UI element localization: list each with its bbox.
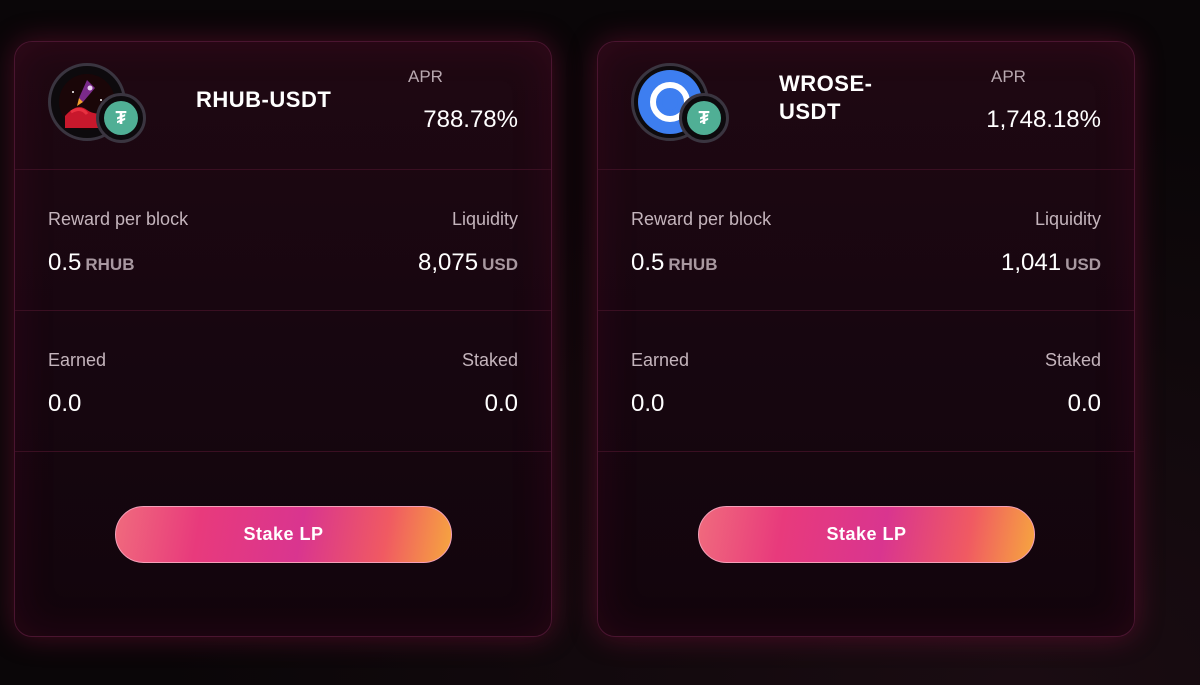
pair-logo: ₮ <box>48 63 146 147</box>
pair-name-line1: WROSE- <box>779 71 873 96</box>
tether-icon: ₮ <box>679 93 729 143</box>
pair-logo: ₮ <box>631 63 729 147</box>
farm-card-rhub-usdt: ₮ RHUB-USDT APR 788.78% Reward per block… <box>14 41 552 637</box>
pair-name: WROSE- USDT <box>779 70 919 126</box>
earned-value: 0.0 <box>48 390 82 417</box>
reward-value-group: 0.5 RHUB <box>48 249 134 277</box>
farm-card-header: ₮ WROSE- USDT APR 1,748.18% <box>598 42 1134 170</box>
staked-label: Staked <box>461 350 518 370</box>
earned-label: Earned <box>631 350 690 370</box>
earned-staked-row: Earned 0.0 Staked 0.0 <box>598 311 1134 452</box>
liquidity-value: 8,075 <box>418 249 479 276</box>
farms-page: ₮ RHUB-USDT APR 788.78% Reward per block… <box>0 0 1200 685</box>
farm-card-header: ₮ RHUB-USDT APR 788.78% <box>15 42 551 170</box>
earned-label: Earned <box>48 350 107 370</box>
staked-label: Staked <box>1044 350 1101 370</box>
liquidity-label: Liquidity <box>1034 209 1101 229</box>
staked-value: 0.0 <box>1067 390 1101 417</box>
pair-name-line2: USDT <box>779 99 841 124</box>
liquidity-unit: USD <box>482 255 518 274</box>
liquidity-label: Liquidity <box>451 209 518 229</box>
tether-icon: ₮ <box>96 93 146 143</box>
apr-label: APR <box>991 67 1026 86</box>
liquidity-unit: USD <box>1065 255 1101 274</box>
stake-lp-button[interactable]: Stake LP <box>698 506 1035 563</box>
liquidity-value-group: 1,041 USD <box>1001 249 1101 277</box>
reward-label: Reward per block <box>48 209 189 229</box>
reward-liquidity-row: Reward per block 0.5 RHUB Liquidity 8,075… <box>15 170 551 311</box>
reward-unit: RHUB <box>85 255 135 274</box>
reward-value: 0.5 <box>48 249 82 276</box>
staked-value: 0.0 <box>484 390 518 417</box>
apr-label: APR <box>408 67 443 86</box>
farm-card-wrose-usdt: ₮ WROSE- USDT APR 1,748.18% Reward per b… <box>597 41 1135 637</box>
reward-value: 0.5 <box>631 249 665 276</box>
liquidity-value: 1,041 <box>1001 249 1062 276</box>
reward-unit: RHUB <box>668 255 718 274</box>
pair-name: RHUB-USDT <box>196 87 332 112</box>
reward-value-group: 0.5 RHUB <box>631 249 717 277</box>
reward-liquidity-row: Reward per block 0.5 RHUB Liquidity 1,041… <box>598 170 1134 311</box>
earned-value: 0.0 <box>631 390 665 417</box>
liquidity-value-group: 8,075 USD <box>418 249 518 277</box>
stake-lp-button[interactable]: Stake LP <box>115 506 452 563</box>
apr-value: 788.78% <box>423 106 518 133</box>
apr-value: 1,748.18% <box>986 106 1101 133</box>
reward-label: Reward per block <box>631 209 772 229</box>
earned-staked-row: Earned 0.0 Staked 0.0 <box>15 311 551 452</box>
